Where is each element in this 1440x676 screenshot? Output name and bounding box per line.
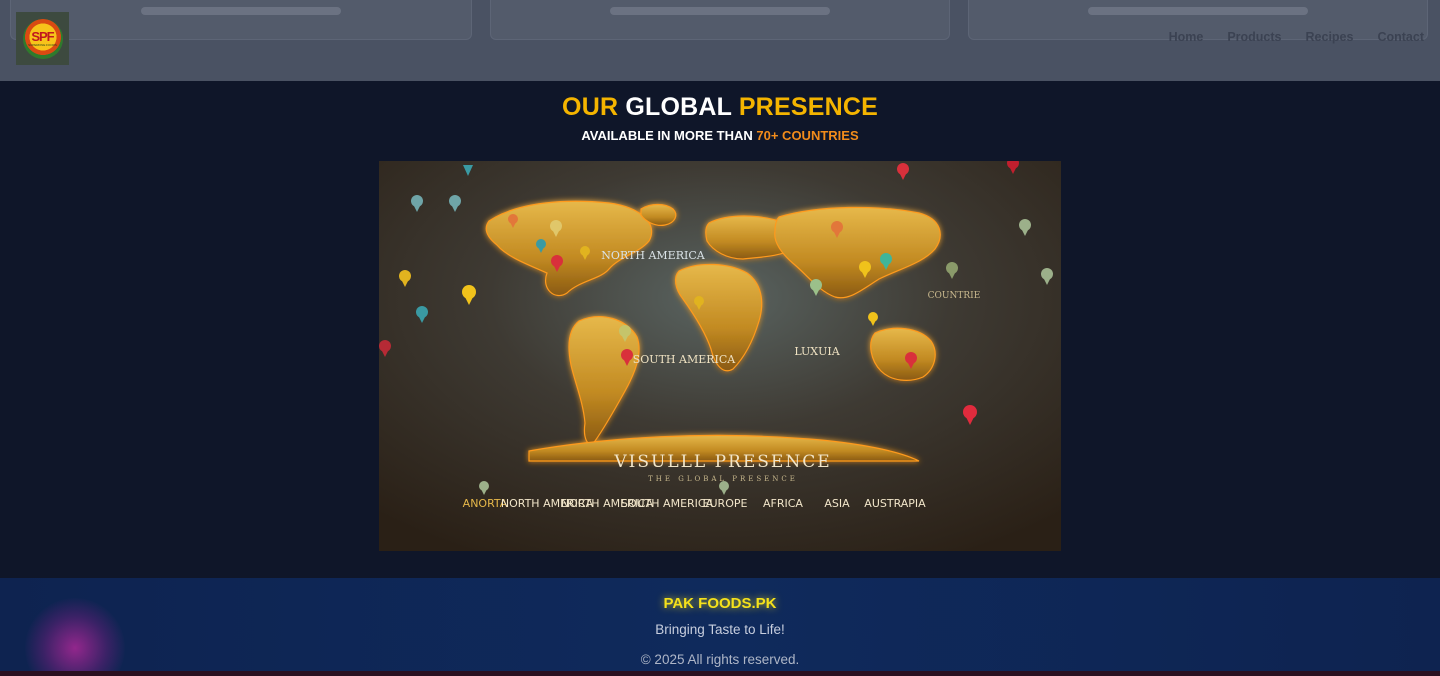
brand-logo[interactable]: SPF SUPERFINE FOODS: [16, 12, 69, 65]
section-subtitle: AVAILABLE IN MORE THAN 70+ COUNTRIES: [0, 128, 1440, 143]
main-nav: Home Products Recipes Contact: [1169, 30, 1424, 44]
map-label-south-america: SOUTH AMERICA: [633, 353, 737, 366]
world-map-image: NORTH AMERICA SOUTH AMERICA LUXUIA COUNT…: [379, 161, 1061, 551]
map-label-countrie: COUNTRIE: [928, 291, 981, 301]
map-region-6: ASIA: [824, 497, 850, 510]
logo-emblem-icon: SPF SUPERFINE FOODS: [22, 18, 63, 59]
map-region-4: EUROPE: [703, 497, 748, 510]
nav-contact-link[interactable]: Contact: [1377, 30, 1424, 44]
map-region-7: AUSTRAPIA: [864, 497, 926, 510]
section-title: OUR GLOBAL PRESENCE: [0, 93, 1440, 122]
logo-subtext: SUPERFINE FOODS: [28, 42, 57, 47]
footer-brand: PAK FOODS.PK: [663, 595, 777, 612]
faded-card-2: [490, 0, 950, 40]
subtitle-prefix: AVAILABLE IN MORE THAN: [581, 128, 753, 143]
footer-tagline: Bringing Taste to Life!: [655, 622, 785, 637]
nav-home-link[interactable]: Home: [1169, 30, 1204, 44]
map-region-5: AFRICA: [763, 497, 803, 510]
site-footer: PAK FOODS.PK Bringing Taste to Life! © 2…: [0, 578, 1440, 676]
title-word-our: OUR: [562, 93, 619, 121]
map-label-luxuia: LUXUIA: [794, 345, 840, 358]
nav-recipes-link[interactable]: Recipes: [1306, 30, 1354, 44]
page-bottom-edge: [0, 671, 1440, 676]
map-label-north-america: NORTH AMERICA: [601, 249, 705, 262]
map-region-3: SOUTH AMERICA: [621, 497, 714, 510]
footer-copyright: © 2025 All rights reserved.: [640, 652, 800, 667]
countries-count: 70+ COUNTRIES: [756, 128, 859, 143]
title-word-presence: PRESENCE: [738, 93, 878, 121]
title-word-global: GLOBAL: [625, 93, 732, 121]
faded-card-1: [10, 0, 472, 40]
logo-text: SPF: [31, 28, 54, 44]
map-heading: VISULLL PRESENCE: [613, 452, 831, 472]
site-header: SPF SUPERFINE FOODS Home Products Recipe…: [0, 0, 1440, 81]
nav-products-link[interactable]: Products: [1227, 30, 1281, 44]
global-presence-section: OUR GLOBAL PRESENCE AVAILABLE IN MORE TH…: [0, 81, 1440, 578]
